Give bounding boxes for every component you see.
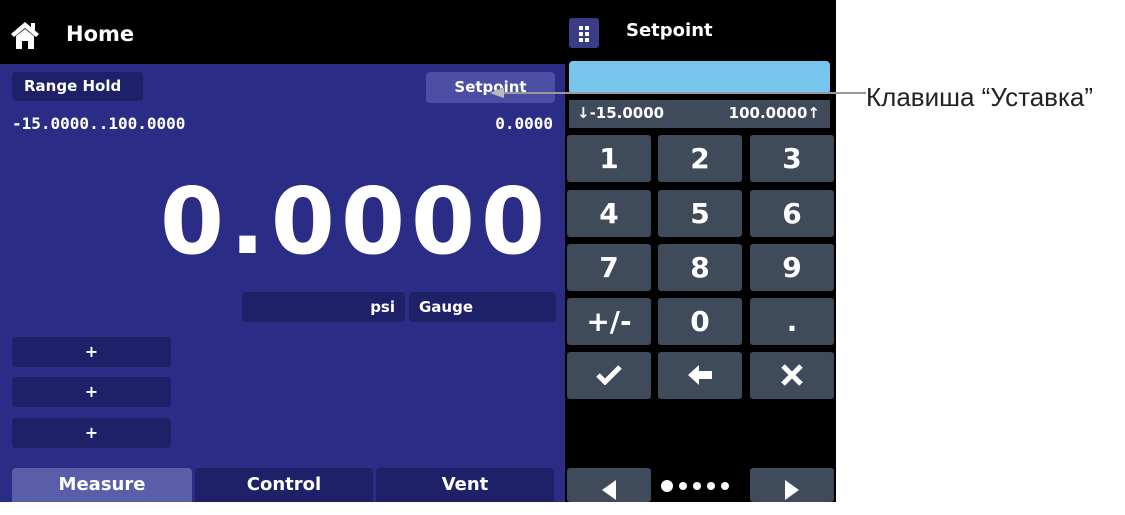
key-5[interactable]: 5 bbox=[658, 190, 742, 237]
keypad-title: Setpoint bbox=[626, 20, 713, 41]
backspace-button[interactable] bbox=[658, 352, 742, 399]
next-page-button[interactable] bbox=[750, 468, 834, 502]
tab-vent[interactable]: Vent bbox=[376, 468, 554, 502]
setpoint-value: 0.0000 bbox=[495, 114, 553, 133]
page-indicator bbox=[661, 475, 743, 497]
page-dot bbox=[721, 482, 729, 490]
key-4[interactable]: 4 bbox=[567, 190, 651, 237]
close-icon bbox=[781, 364, 803, 386]
previous-page-button[interactable] bbox=[567, 468, 651, 502]
key-6[interactable]: 6 bbox=[750, 190, 834, 237]
range-readout: -15.0000..100.0000 bbox=[12, 114, 186, 133]
page-dot-active bbox=[661, 480, 673, 492]
backspace-arrow-icon bbox=[688, 365, 712, 385]
cancel-button[interactable] bbox=[750, 352, 834, 399]
add-button-2[interactable]: + bbox=[12, 377, 171, 407]
callout-leader-line bbox=[490, 88, 866, 98]
page-dot bbox=[693, 482, 701, 490]
page-dot bbox=[679, 482, 687, 490]
keypad-panel: Setpoint ↓-15.0000 100.0000↑ 1 2 3 4 5 6… bbox=[565, 0, 836, 502]
page-title: Home bbox=[66, 22, 135, 46]
triangle-right-icon bbox=[785, 480, 799, 500]
home-icon[interactable] bbox=[10, 20, 40, 50]
top-bar: Home bbox=[0, 0, 565, 64]
enter-button[interactable] bbox=[567, 352, 651, 399]
page-dot bbox=[707, 482, 715, 490]
key-2[interactable]: 2 bbox=[658, 135, 742, 182]
range-hold-button[interactable]: Range Hold bbox=[12, 72, 143, 101]
add-button-1[interactable]: + bbox=[12, 337, 171, 367]
key-7[interactable]: 7 bbox=[567, 244, 651, 291]
pressure-reading: 0.0000 bbox=[159, 168, 551, 275]
add-button-3[interactable]: + bbox=[12, 418, 171, 448]
tab-control[interactable]: Control bbox=[195, 468, 373, 502]
triangle-left-icon bbox=[602, 480, 616, 500]
menu-grid-icon[interactable] bbox=[569, 18, 599, 48]
key-0[interactable]: 0 bbox=[658, 298, 742, 345]
key-9[interactable]: 9 bbox=[750, 244, 834, 291]
key-plus-minus[interactable]: +/- bbox=[567, 298, 651, 345]
key-decimal[interactable]: . bbox=[750, 298, 834, 345]
key-3[interactable]: 3 bbox=[750, 135, 834, 182]
key-1[interactable]: 1 bbox=[567, 135, 651, 182]
check-icon bbox=[596, 365, 622, 386]
unit-button[interactable]: psi bbox=[242, 292, 405, 322]
limits-bar: ↓-15.0000 100.0000↑ bbox=[569, 100, 830, 128]
min-limit: ↓-15.0000 bbox=[577, 104, 665, 122]
key-8[interactable]: 8 bbox=[658, 244, 742, 291]
measure-panel: Range Hold Setpoint -15.0000..100.0000 0… bbox=[0, 64, 565, 502]
mode-button[interactable]: Gauge bbox=[409, 292, 556, 322]
max-limit: 100.0000↑ bbox=[728, 104, 820, 122]
callout-label: Клавиша “Уставка” bbox=[866, 82, 1094, 112]
tab-measure[interactable]: Measure bbox=[12, 468, 192, 502]
bottom-tabs: Measure Control Vent bbox=[0, 468, 565, 502]
